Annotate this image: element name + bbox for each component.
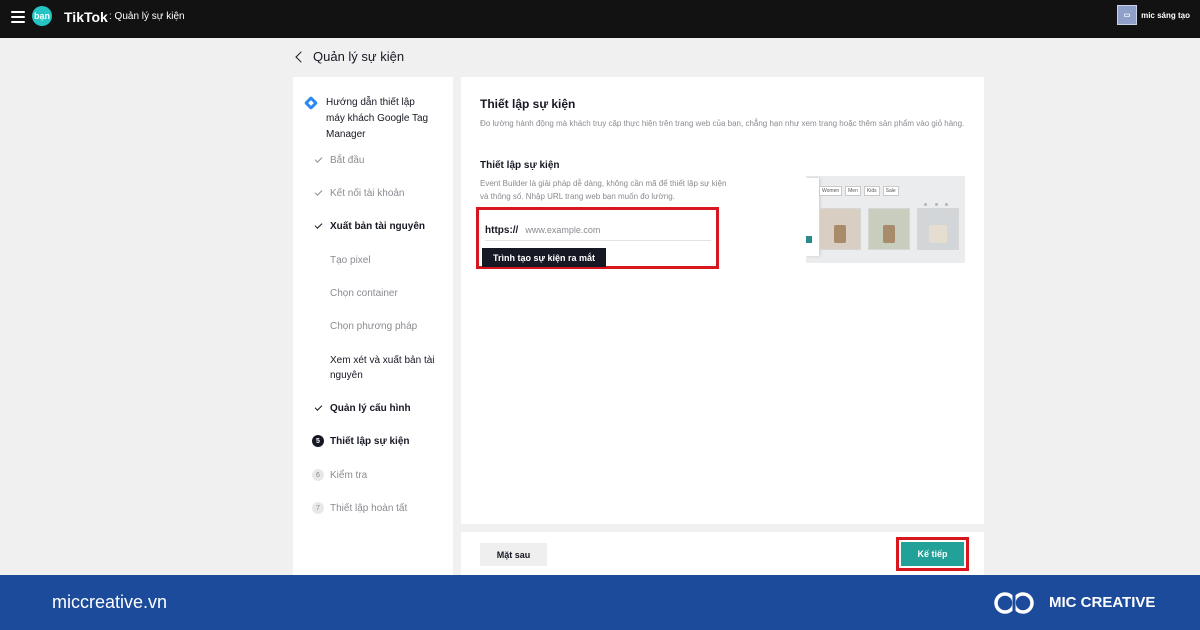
preview-carousel-dots [924,201,948,207]
next-button[interactable]: Kế tiếp [901,542,964,566]
step-label: Thiết lập sự kiện [330,436,410,447]
step-label: Chọn phương pháp [330,321,418,332]
substep-chon-phuong-phap[interactable]: Chọn phương pháp [312,319,417,334]
substep-tao-pixel[interactable]: Tạo pixel [312,253,371,268]
card-description: Đo lường hành động mà khách truy cập thự… [480,119,965,128]
top-bar: bạn TikTok : Quản lý sự kiện ▭ mic sáng … [0,0,1200,38]
preview-product-image [819,208,861,250]
step-label: Bắt đầu [330,155,365,166]
preview-popup-panel [806,178,819,256]
step-kiem-tra[interactable]: 6 Kiểm tra [312,468,367,483]
launch-event-builder-button[interactable]: Trình tạo sự kiện ra mắt [482,248,607,267]
account-menu[interactable]: ▭ mic sáng tạo [1117,5,1190,25]
url-prefix: https:// [485,224,519,236]
url-field: https:// [485,220,711,241]
step-number-badge: 6 [312,469,324,481]
footer-banner: miccreative.vn MIC CREATIVE [0,575,1200,630]
account-name: mic sáng tạo [1141,10,1190,20]
step-label: Kiểm tra [330,470,368,481]
next-highlight-box: Kế tiếp [896,537,969,571]
check-icon [312,187,324,199]
step-bat-dau[interactable]: Bắt đầu [312,153,364,168]
step-label: Xem xét và xuất bản tài nguyên [330,355,435,381]
hamburger-menu-icon[interactable] [11,11,25,23]
step-quan-ly-cau-hinh[interactable]: Quản lý cấu hình [312,401,411,416]
preview-nav-item: Men [845,186,861,196]
step-ket-noi-tai-khoan[interactable]: Kết nối tài khoản [312,186,405,201]
preview-product-image [917,208,959,250]
preview-product-image [868,208,910,250]
mic-creative-logo-icon [994,592,1034,614]
step-label: Quản lý cấu hình [330,403,411,414]
check-icon [312,402,324,414]
footer-website: miccreative.vn [52,592,168,612]
event-builder-preview-image: Women Men Kids Sale [806,176,965,263]
step-number-badge: 7 [312,502,324,514]
ban-logo-icon[interactable]: bạn [32,6,52,26]
avatar: ▭ [1117,5,1138,25]
google-tag-manager-icon [305,97,318,110]
event-setup-card: Thiết lập sự kiện Đo lường hành động mà … [461,77,984,524]
step-label: Xuất bản tài nguyên [330,221,426,232]
app-section-title: : Quản lý sự kiện [109,11,185,22]
step-thiet-lap-su-kien[interactable]: 5 Thiết lập sự kiện [312,434,409,449]
step-number-badge: 5 [312,435,324,447]
chevron-left-icon[interactable] [295,50,307,63]
step-label: Tạo pixel [330,255,371,266]
card-title: Thiết lập sự kiện [480,97,576,111]
preview-nav-item: Women [819,186,843,196]
website-url-input[interactable] [525,225,706,235]
check-icon [312,154,324,166]
preview-tag [806,236,812,243]
action-bar: Mặt sau Kế tiếp [461,532,984,575]
section-description: Event Builder là giải pháp dễ dàng, khôn… [480,179,727,201]
back-button[interactable]: Mặt sau [480,543,547,566]
preview-products [819,208,965,250]
footer-brand-name: MIC CREATIVE [1049,594,1156,611]
url-highlight-box: https:// Trình tạo sự kiện ra mắt [476,207,719,269]
step-xuat-ban-tai-nguyen[interactable]: Xuất bản tài nguyên [312,219,425,234]
section-title: Thiết lập sự kiện [480,160,560,171]
preview-nav-item: Sale [882,186,899,196]
page-header: Quản lý sự kiện [295,49,404,64]
step-label: Kết nối tài khoản [330,188,405,199]
substep-xem-xet-va-xuat-ban[interactable]: Xem xét và xuất bản tài nguyên [312,353,440,383]
step-label: Thiết lập hoàn tất [330,503,408,514]
page-title: Quản lý sự kiện [313,49,405,64]
step-thiet-lap-hoan-tat[interactable]: 7 Thiết lập hoàn tất [312,501,407,516]
preview-nav: Women Men Kids Sale [819,186,902,196]
setup-steps-sidebar: Hướng dẫn thiết lập máy khách Google Tag… [293,77,453,575]
step-label: Chọn container [330,288,398,299]
gtm-guide-title: Hướng dẫn thiết lập máy khách Google Tag… [326,97,429,140]
tiktok-brand[interactable]: TikTok [64,9,108,25]
gtm-guide-header: Hướng dẫn thiết lập máy khách Google Tag… [305,95,436,143]
check-icon [312,220,324,232]
substep-chon-container[interactable]: Chọn container [312,286,398,301]
preview-nav-item: Kids [863,186,880,196]
